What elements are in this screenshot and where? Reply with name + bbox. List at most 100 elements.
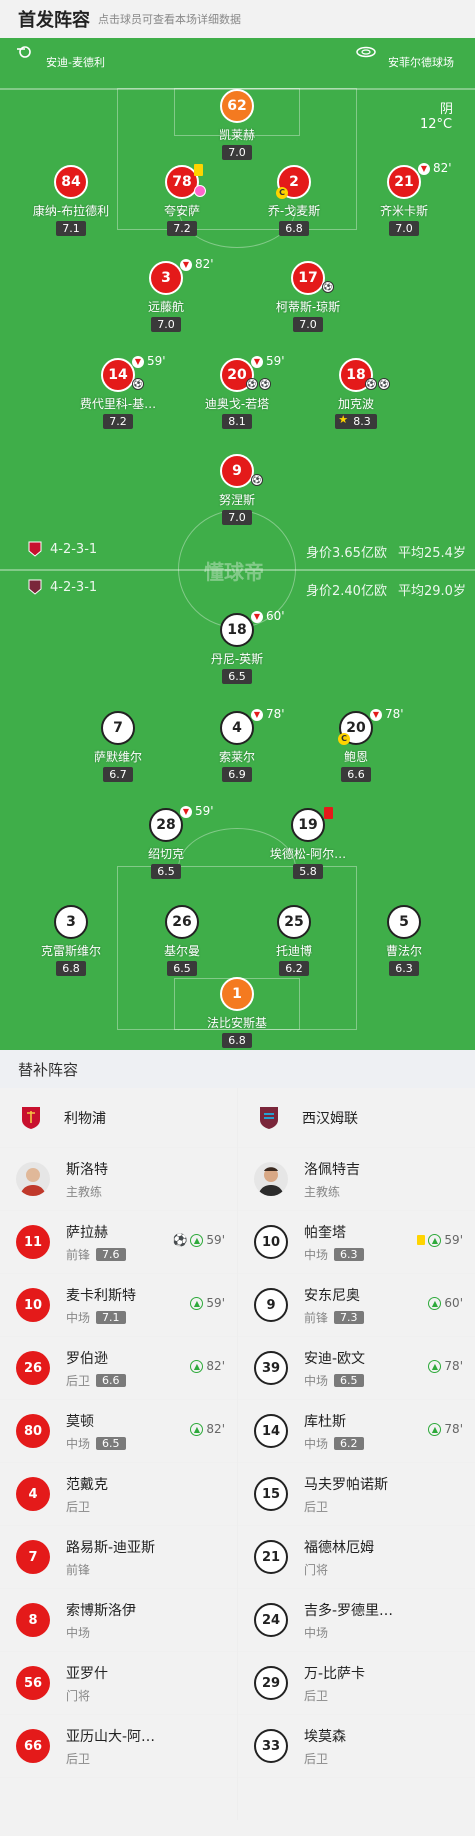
sub-in-icon: ▲ bbox=[428, 1359, 442, 1373]
sub-player-row[interactable]: 56 亚罗什 门将 bbox=[0, 1652, 237, 1715]
player-rating: 6.5 bbox=[222, 669, 252, 684]
player-rating: 6.8 bbox=[279, 221, 309, 236]
home-player-striker[interactable]: 9 努涅斯 7.0 ⚽ bbox=[177, 454, 297, 525]
page-title: 首发阵容 bbox=[18, 10, 90, 31]
away-player-striker[interactable]: 18 丹尼-英斯 6.5 ▼ 60' bbox=[177, 609, 297, 684]
home-player-midfielder[interactable]: 17 柯蒂斯-琼斯 7.0 ⚽ bbox=[248, 261, 368, 332]
player-name: 埃莫森 bbox=[304, 1728, 346, 1745]
player-position: 中场 bbox=[66, 1625, 91, 1640]
player-rating: 8.1 bbox=[222, 414, 252, 429]
sub-player-row[interactable]: 66 亚历山大-阿… 后卫 bbox=[0, 1715, 237, 1778]
player-name: 加克波 bbox=[337, 397, 374, 411]
sub-player-row[interactable]: 4 范戴克 后卫 bbox=[0, 1463, 237, 1526]
player-name: 托迪博 bbox=[275, 944, 312, 958]
sub-in-icon: ▲ bbox=[190, 1422, 204, 1436]
away-coach-row[interactable]: 洛佩特吉 主教练 bbox=[238, 1148, 475, 1211]
away-player-attacking-midfielder[interactable]: 20 鲍恩 6.6 ▼ 78' C bbox=[296, 707, 416, 782]
sub-out-icon: ▼ bbox=[251, 709, 263, 721]
sub-player-row[interactable]: 10 麦卡利斯特 中场 7.1 ▲ 59' bbox=[0, 1274, 237, 1337]
player-number: 84 bbox=[54, 165, 88, 199]
sub-player-row[interactable]: 80 莫顿 中场 6.5 ▲ 82' bbox=[0, 1400, 237, 1463]
player-name: 索博斯洛伊 bbox=[66, 1602, 136, 1619]
sub-player-row[interactable]: 7 路易斯-迪亚斯 前锋 bbox=[0, 1526, 237, 1589]
player-rating: 6.6 bbox=[341, 767, 371, 782]
away-team-name: 西汉姆联 bbox=[302, 1110, 358, 1127]
sub-player-row[interactable]: 24 吉多-罗德里… 中场 bbox=[238, 1589, 475, 1652]
sub-player-row[interactable]: 14 库杜斯 中场 6.2 ▲ 78' bbox=[238, 1400, 475, 1463]
home-player-defender[interactable]: 21 齐米卡斯 7.0 ▼ 82' bbox=[344, 161, 464, 236]
player-position: 前锋 bbox=[66, 1562, 91, 1577]
away-player-defender[interactable]: 3 克雷斯维尔 6.8 bbox=[11, 905, 131, 976]
away-player-defender[interactable]: 26 基尔曼 6.5 bbox=[122, 905, 242, 976]
player-name: 罗伯逊 bbox=[66, 1350, 108, 1367]
stadium-icon bbox=[356, 46, 376, 61]
away-team-row[interactable]: 西汉姆联 bbox=[238, 1088, 475, 1148]
yellow-card-icon bbox=[194, 164, 203, 176]
sub-minute: 78' bbox=[444, 1359, 463, 1373]
player-position: 前锋 bbox=[304, 1310, 329, 1325]
player-rating: 7.6 bbox=[96, 1247, 126, 1261]
sub-player-row[interactable]: 8 索博斯洛伊 中场 bbox=[0, 1589, 237, 1652]
away-team-value: 身价2.40亿欧 bbox=[306, 584, 387, 599]
away-player-defender[interactable]: 5 曹法尔 6.3 bbox=[344, 905, 464, 976]
player-number: 33 bbox=[254, 1729, 288, 1763]
sub-player-row[interactable]: 33 埃莫森 后卫 bbox=[238, 1715, 475, 1778]
home-average-age: 平均25.4岁 bbox=[398, 546, 466, 561]
away-player-defender[interactable]: 25 托迪博 6.2 bbox=[234, 905, 354, 976]
player-name: 萨默维尔 bbox=[93, 750, 142, 764]
player-rating: 6.6 bbox=[96, 1373, 126, 1387]
player-name: 远藤航 bbox=[147, 300, 184, 314]
coach-avatar bbox=[254, 1162, 288, 1196]
player-rating: 6.5 bbox=[167, 961, 197, 976]
home-player-defender[interactable]: 84 康纳-布拉德利 7.1 bbox=[11, 165, 131, 236]
sub-in-icon: ▲ bbox=[190, 1359, 204, 1373]
home-player-defender[interactable]: 2 乔-戈麦斯 6.8 C bbox=[234, 165, 354, 236]
player-number: 15 bbox=[254, 1477, 288, 1511]
home-coach-row[interactable]: 斯洛特 主教练 bbox=[0, 1148, 237, 1211]
sub-in-icon: ▲ bbox=[428, 1422, 442, 1436]
sub-minute: 59' bbox=[195, 804, 214, 818]
player-name: 帕奎塔 bbox=[304, 1224, 346, 1241]
liverpool-crest-icon bbox=[28, 541, 42, 560]
player-rating: 6.2 bbox=[334, 1436, 364, 1450]
away-player-midfielder[interactable]: 28 绍切克 6.5 ▼ 59' bbox=[106, 804, 226, 879]
away-player-midfielder[interactable]: 19 埃德松-阿尔… 5.8 bbox=[248, 807, 368, 879]
player-name: 鲍恩 bbox=[343, 750, 368, 764]
home-player-midfielder[interactable]: 3 远藤航 7.0 ▼ 82' bbox=[106, 257, 226, 332]
coach-role: 主教练 bbox=[304, 1184, 341, 1199]
sub-player-row[interactable]: 29 万-比萨卡 后卫 bbox=[238, 1652, 475, 1715]
player-number: 7 bbox=[101, 711, 135, 745]
player-position: 后卫 bbox=[304, 1499, 329, 1514]
captain-icon: C bbox=[276, 187, 288, 199]
sub-player-row[interactable]: 15 马夫罗帕诺斯 后卫 bbox=[238, 1463, 475, 1526]
player-rating: 7.0 bbox=[389, 221, 419, 236]
home-player-goalkeeper[interactable]: 62 凯莱赫 7.0 bbox=[177, 89, 297, 160]
away-player-attacking-midfielder[interactable]: 4 索莱尔 6.9 ▼ 78' bbox=[177, 707, 297, 782]
sub-in-icon: ▲ bbox=[428, 1233, 442, 1247]
player-name: 亚罗什 bbox=[66, 1665, 108, 1682]
home-player-attacking-midfielder[interactable]: 20 迪奥戈-若塔 8.1 ▼ 59' ⚽ ⚽ bbox=[177, 354, 297, 429]
away-player-goalkeeper[interactable]: 1 法比安斯基 6.8 bbox=[177, 977, 297, 1048]
sub-player-row[interactable]: 9 安东尼奥 前锋 7.3 ▲ 60' bbox=[238, 1274, 475, 1337]
player-position: 后卫 bbox=[304, 1688, 329, 1703]
away-player-attacking-midfielder[interactable]: 7 萨默维尔 6.7 bbox=[58, 711, 178, 782]
pitch: 安迪-麦德利 安菲尔德球场 阴 12°C 懂球帝 4-2-3-1 身价3.65亿… bbox=[0, 38, 475, 1050]
home-player-defender[interactable]: 78 夸安萨 7.2 bbox=[122, 164, 242, 236]
player-rating: 6.8 bbox=[56, 961, 86, 976]
sub-player-row[interactable]: 10 帕奎塔 中场 6.3 ▲ 59' bbox=[238, 1211, 475, 1274]
home-player-attacking-midfielder[interactable]: 18 加克波 ★ 8.3 ⚽ ⚽ bbox=[296, 358, 416, 429]
sub-player-row[interactable]: 21 福德林厄姆 门将 bbox=[238, 1526, 475, 1589]
sub-player-row[interactable]: 11 萨拉赫 前锋 7.6 ⚽ ▲ 59' bbox=[0, 1211, 237, 1274]
sub-minute: 82' bbox=[433, 161, 452, 175]
sub-player-row[interactable]: 39 安迪-欧文 中场 6.5 ▲ 78' bbox=[238, 1337, 475, 1400]
player-number: 21 bbox=[387, 165, 421, 199]
home-team-row[interactable]: 利物浦 bbox=[0, 1088, 237, 1148]
player-name: 麦卡利斯特 bbox=[66, 1287, 136, 1304]
goal-icon: ⚽ bbox=[378, 378, 390, 390]
sub-player-row[interactable]: 26 罗伯逊 后卫 6.6 ▲ 82' bbox=[0, 1337, 237, 1400]
player-name: 福德林厄姆 bbox=[304, 1539, 374, 1556]
player-number: 39 bbox=[254, 1351, 288, 1385]
player-name: 费代里科-基… bbox=[79, 397, 157, 411]
home-subs-column: 利物浦 斯洛特 主教练 11 萨拉赫 前锋 7.6 ⚽ ▲ 59' 10 麦卡利斯特 … bbox=[0, 1088, 237, 1778]
home-player-attacking-midfielder[interactable]: 14 费代里科-基… 7.2 ▼ 59' ⚽ bbox=[58, 354, 178, 429]
